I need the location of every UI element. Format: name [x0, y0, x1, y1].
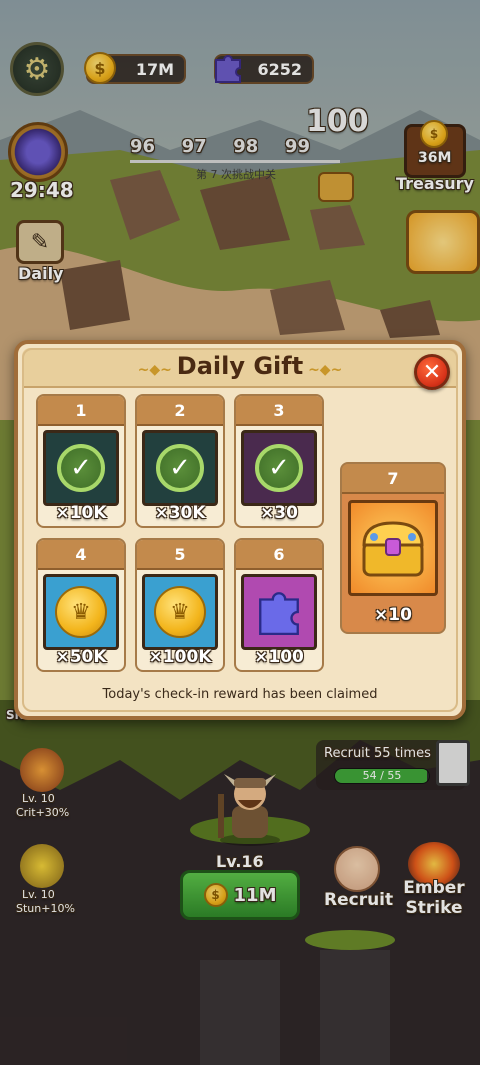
dialog-title: ~◆~ Daily Gift ~◆~ [137, 352, 343, 380]
reward-slot [241, 574, 317, 650]
title-flourish-left-icon: ~◆~ [137, 362, 177, 378]
claimed-slot: ✓ [142, 430, 218, 506]
claimed-note: Today's check-in reward has been claimed [102, 687, 378, 702]
day-card[interactable]: 3 ✓ ×30 [234, 394, 324, 528]
reward-amount: ×10 [374, 605, 412, 625]
reward-amount: ×50K [55, 647, 107, 667]
reward-amount: ×100 [254, 647, 304, 667]
reward-slot: ♛ [142, 574, 218, 650]
reward-slot: ♛ [43, 574, 119, 650]
day-number: 4 [38, 540, 124, 570]
day-card[interactable]: 2 ✓ ×30K [135, 394, 225, 528]
checkmark-icon: ✓ [255, 444, 303, 492]
close-icon: ✕ [422, 359, 442, 385]
checkmark-icon: ✓ [156, 444, 204, 492]
close-button[interactable]: ✕ [414, 354, 450, 390]
day-number: 1 [38, 396, 124, 426]
claimed-slot: ✓ [241, 430, 317, 506]
day-number: 6 [236, 540, 322, 570]
daily-gift-dialog: ~◆~ Daily Gift ~◆~ ✕ 1 ✓ ×10K 2 ✓ ×30K 3… [14, 340, 466, 720]
reward-amount: ×30K [154, 503, 206, 523]
reward-amount: ×10K [55, 503, 107, 523]
day-number: 3 [236, 396, 322, 426]
reward-amount: ×30 [260, 503, 298, 523]
puzzle-piece-icon [259, 592, 299, 636]
day-card[interactable]: 6 ×100 [234, 538, 324, 672]
reward-amount: ×100K [148, 647, 212, 667]
treasure-chest-icon [362, 521, 424, 577]
day-number: 7 [342, 464, 444, 494]
day-card[interactable]: 5 ♛ ×100K [135, 538, 225, 672]
day-number: 5 [137, 540, 223, 570]
checkmark-icon: ✓ [57, 444, 105, 492]
gold-coin-icon: ♛ [55, 586, 107, 638]
reward-slot [348, 500, 438, 596]
day-card[interactable]: 7 ×10 [340, 462, 446, 634]
day-card[interactable]: 4 ♛ ×50K [36, 538, 126, 672]
day-number: 2 [137, 396, 223, 426]
claimed-slot: ✓ [43, 430, 119, 506]
title-flourish-right-icon: ~◆~ [303, 362, 343, 378]
day-card[interactable]: 1 ✓ ×10K [36, 394, 126, 528]
gold-coin-icon: ♛ [154, 586, 206, 638]
